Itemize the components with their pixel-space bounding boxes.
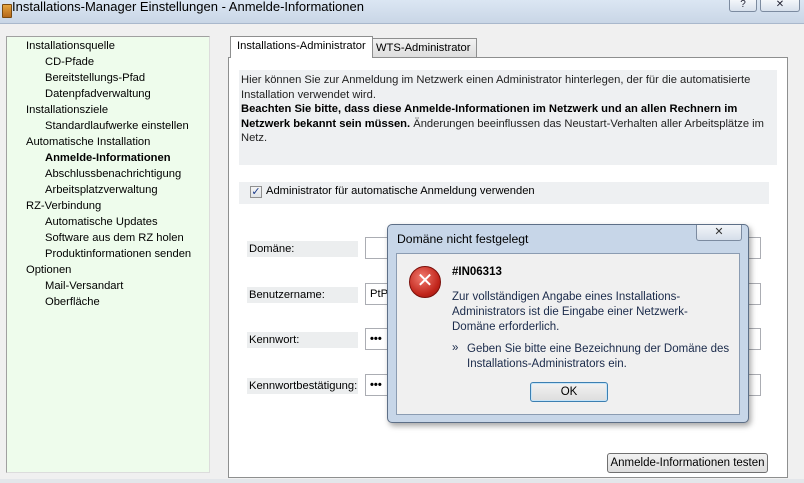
password-confirm-label: Kennwortbestätigung: xyxy=(247,378,358,394)
app-icon xyxy=(2,4,12,18)
tree-item-anmelde-informationen[interactable]: Anmelde-Informationen xyxy=(45,151,171,165)
error-code: #IN06313 xyxy=(452,266,502,278)
error-dialog: Domäne nicht festgelegt ✕ ✕ #IN06313 Zur… xyxy=(387,224,749,423)
username-label: Benutzername: xyxy=(247,287,358,303)
title-bar: Installations-Manager Einstellungen - An… xyxy=(0,0,804,24)
tree-item-automatische-installation[interactable]: Automatische Installation xyxy=(26,135,150,149)
tab-wts-administrator[interactable]: WTS-Administrator xyxy=(369,38,478,58)
domain-label: Domäne: xyxy=(247,241,358,257)
tree-item-arbeitsplatzverwaltung[interactable]: Arbeitsplatzverwaltung xyxy=(45,183,158,197)
info-text: Hier können Sie zur Anmeldung im Netzwer… xyxy=(241,74,751,101)
dialog-body: ✕ #IN06313 Zur vollständigen Angabe eine… xyxy=(396,253,740,415)
tree-item-cd-pfade[interactable]: CD-Pfade xyxy=(45,55,94,69)
tree-item-datenpfadverwaltung[interactable]: Datenpfadverwaltung xyxy=(45,87,151,101)
settings-tree[interactable]: Installationsquelle CD-Pfade Bereitstell… xyxy=(6,36,210,473)
test-credentials-button[interactable]: Anmelde-Informationen testen xyxy=(607,453,768,473)
tree-item-bereitstellungs-pfad[interactable]: Bereitstellungs-Pfad xyxy=(45,71,145,85)
password-label: Kennwort: xyxy=(247,332,358,348)
tree-item-software-aus-rz[interactable]: Software aus dem RZ holen xyxy=(45,231,184,245)
ok-button[interactable]: OK xyxy=(530,382,608,402)
admin-checkbox-label: Administrator für automatische Anmeldung… xyxy=(266,185,535,197)
tab-installations-administrator[interactable]: Installations-Administrator xyxy=(230,36,373,58)
error-icon: ✕ xyxy=(409,266,441,298)
error-hint: Geben Sie bitte eine Bezeichnung der Dom… xyxy=(467,343,730,370)
hint-bullet: » xyxy=(452,342,459,354)
tree-item-produktinformationen[interactable]: Produktinformationen senden xyxy=(45,247,191,261)
admin-checkbox-row[interactable]: ✓ Administrator für automatische Anmeldu… xyxy=(239,182,769,204)
tree-item-standardlaufwerke[interactable]: Standardlaufwerke einstellen xyxy=(45,119,189,133)
admin-checkbox[interactable]: ✓ xyxy=(250,186,262,198)
help-button[interactable]: ? xyxy=(729,0,757,12)
tree-item-installationsziele[interactable]: Installationsziele xyxy=(26,103,108,117)
tree-item-mail-versandart[interactable]: Mail-Versandart xyxy=(45,279,123,293)
status-strip xyxy=(0,479,804,483)
tree-item-automatische-updates[interactable]: Automatische Updates xyxy=(45,215,158,229)
tree-item-optionen[interactable]: Optionen xyxy=(26,263,71,277)
tree-item-rz-verbindung[interactable]: RZ-Verbindung xyxy=(26,199,101,213)
tree-item-abschlussbenachrichtigung[interactable]: Abschlussbenachrichtigung xyxy=(45,167,181,181)
info-box: Hier können Sie zur Anmeldung im Netzwer… xyxy=(239,70,777,165)
tree-item-oberflaeche[interactable]: Oberfläche xyxy=(45,295,100,309)
dialog-title: Domäne nicht festgelegt xyxy=(397,232,529,246)
close-window-button[interactable]: ✕ xyxy=(760,0,800,12)
window-title: Installations-Manager Einstellungen - An… xyxy=(12,0,364,14)
dialog-close-button[interactable]: ✕ xyxy=(696,225,742,241)
tree-item-installationsquelle[interactable]: Installationsquelle xyxy=(26,39,115,53)
error-message: Zur vollständigen Angabe eines Installat… xyxy=(452,291,688,333)
